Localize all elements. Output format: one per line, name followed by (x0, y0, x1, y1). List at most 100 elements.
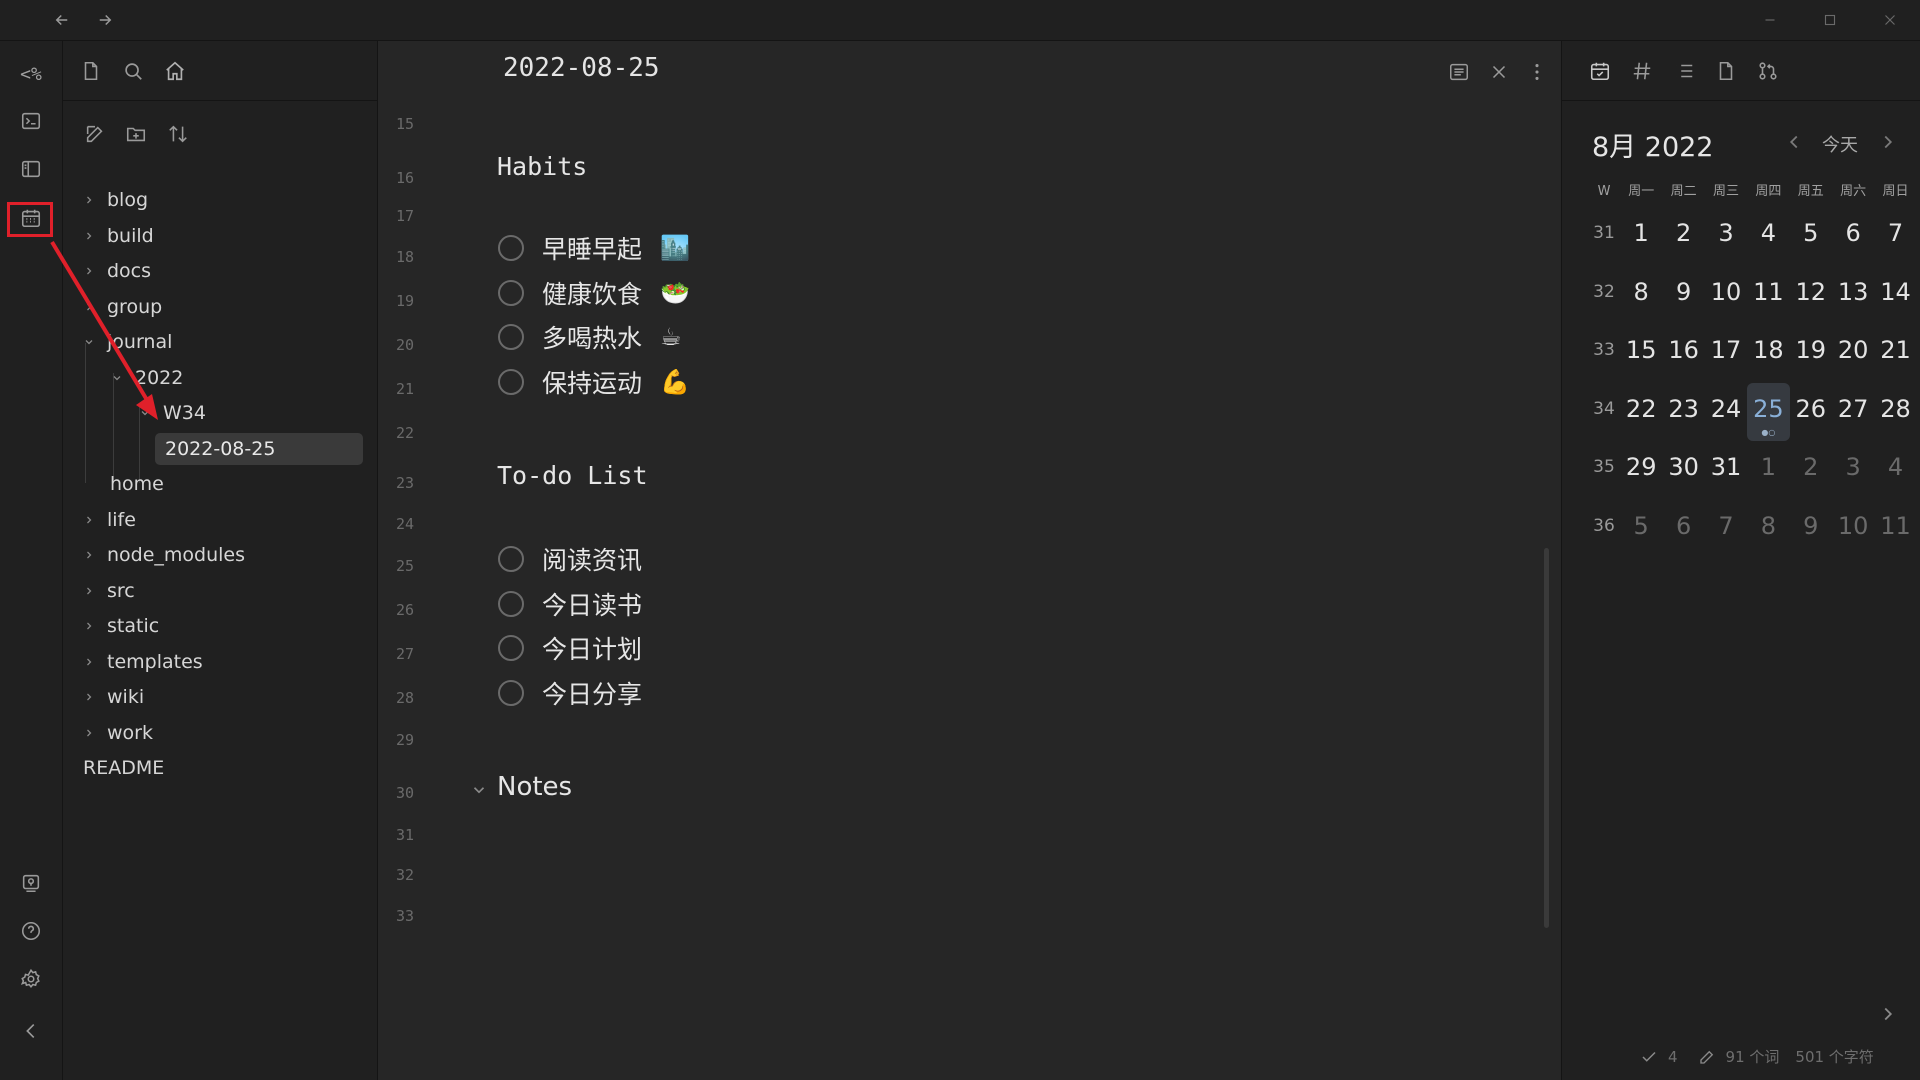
calendar-day[interactable]: 6 (1662, 500, 1704, 559)
calendar-day[interactable]: 26 (1790, 383, 1832, 442)
chevron-right-icon[interactable] (81, 618, 97, 634)
folder-item[interactable]: W34 (137, 397, 206, 429)
folder-item[interactable]: docs (81, 255, 151, 287)
habits-heading[interactable]: Habits (497, 152, 587, 181)
folder-item[interactable]: blog (81, 184, 148, 216)
maximize-icon[interactable] (1816, 6, 1844, 34)
reading-view-icon[interactable] (1444, 57, 1474, 87)
task-label[interactable]: 多喝热水 (542, 319, 642, 355)
sort-icon[interactable] (164, 120, 192, 148)
calendar-day[interactable]: 27 (1832, 383, 1874, 442)
file-item[interactable]: README (83, 752, 164, 784)
calendar-day[interactable]: 10 (1705, 266, 1747, 325)
task-label[interactable]: 阅读资讯 (542, 541, 642, 577)
calendar-day[interactable]: 24 (1705, 383, 1747, 442)
next-month-icon[interactable] (1875, 129, 1901, 155)
calendar-day[interactable]: 2 (1662, 207, 1704, 266)
task-label[interactable]: 今日分享 (542, 675, 642, 711)
back-icon[interactable] (48, 6, 76, 34)
settings-icon[interactable] (13, 961, 49, 997)
calendar-day[interactable]: 9 (1790, 500, 1832, 559)
folder-item[interactable]: life (81, 504, 136, 536)
chevron-right-icon[interactable] (81, 654, 97, 670)
calendar-day[interactable]: 4 (1747, 207, 1789, 266)
folder-item[interactable]: group (81, 291, 162, 323)
chevron-right-icon[interactable] (81, 512, 97, 528)
search-icon[interactable] (119, 57, 147, 85)
calendar-day-today[interactable]: 25 ●○ (1747, 382, 1790, 441)
terminal-icon[interactable] (13, 103, 49, 139)
task-checkbox[interactable] (498, 679, 524, 706)
task-checkbox[interactable] (498, 590, 524, 617)
task-checkbox[interactable] (498, 324, 524, 350)
outline-icon[interactable] (1670, 57, 1698, 85)
calendar-day[interactable]: 14 (1874, 266, 1916, 325)
folder-item[interactable]: build (81, 220, 154, 252)
folder-item[interactable]: static (81, 610, 159, 642)
calendar-day[interactable]: 18 (1747, 324, 1789, 383)
minimize-icon[interactable] (1756, 6, 1784, 34)
calendar-day[interactable]: 9 (1662, 266, 1704, 325)
todo-heading[interactable]: To-do List (497, 461, 648, 490)
task-checkbox[interactable] (498, 279, 524, 306)
calendar-day[interactable]: 12 (1790, 266, 1832, 325)
editor-scrollbar[interactable] (1544, 548, 1549, 928)
calendar-day[interactable]: 23 (1662, 383, 1704, 442)
calendar-day[interactable]: 7 (1874, 207, 1916, 266)
calendar-day[interactable]: 29 (1620, 441, 1662, 500)
folder-item[interactable]: 2022 (109, 362, 183, 394)
folder-item[interactable]: work (81, 717, 153, 749)
calendar-day[interactable]: 8 (1747, 500, 1789, 559)
more-options-icon[interactable] (1522, 57, 1552, 87)
week-number[interactable]: 31 (1588, 207, 1620, 266)
forward-icon[interactable] (91, 6, 119, 34)
calendar-day[interactable]: 2 (1790, 441, 1832, 500)
calendar-day[interactable]: 21 (1874, 324, 1916, 383)
calendar-day[interactable]: 28 (1874, 383, 1916, 442)
fold-chevron-icon[interactable] (470, 781, 488, 799)
folder-item[interactable]: node_modules (81, 539, 245, 571)
task-checkbox[interactable] (498, 635, 524, 661)
chevron-down-icon[interactable] (109, 370, 125, 386)
note-title[interactable]: 2022-08-25 (503, 53, 660, 83)
folder-item[interactable]: templates (81, 646, 203, 678)
calendar-check-icon[interactable] (1586, 57, 1614, 85)
folder-item[interactable]: journal (81, 326, 172, 358)
home-icon[interactable] (161, 57, 189, 85)
calendar-day[interactable]: 11 (1747, 266, 1789, 325)
calendar-day[interactable]: 5 (1790, 207, 1832, 266)
chevron-down-icon[interactable] (137, 405, 153, 421)
file-item[interactable]: 2022-08-25 (155, 432, 363, 465)
calendar-day[interactable]: 19 (1790, 324, 1832, 383)
git-icon[interactable] (1754, 57, 1782, 85)
chevron-right-icon[interactable] (81, 583, 97, 599)
calendar-day[interactable]: 5 (1620, 500, 1662, 559)
notes-heading[interactable]: Notes (497, 772, 572, 802)
calendar-day[interactable]: 16 (1662, 324, 1704, 383)
folder-item[interactable]: src (81, 575, 135, 607)
chevron-right-icon[interactable] (81, 263, 97, 279)
folder-item[interactable]: wiki (81, 681, 144, 713)
new-note-icon[interactable] (81, 120, 109, 148)
calendar-day[interactable]: 17 (1705, 324, 1747, 383)
templater-logo[interactable]: <% (10, 61, 52, 89)
week-number[interactable]: 34 (1588, 383, 1620, 442)
calendar-day[interactable]: 1 (1620, 207, 1662, 266)
calendar-day[interactable]: 7 (1705, 500, 1747, 559)
task-checkbox[interactable] (498, 235, 524, 261)
week-number[interactable]: 32 (1588, 266, 1620, 325)
calendar-day[interactable]: 20 (1832, 324, 1874, 383)
calendar-day[interactable]: 30 (1662, 441, 1704, 500)
calendar-day[interactable]: 13 (1832, 266, 1874, 325)
vault-icon[interactable] (13, 865, 49, 901)
calendar-day[interactable]: 11 (1874, 500, 1916, 559)
calendar-day[interactable]: 4 (1874, 441, 1916, 500)
task-checkbox[interactable] (498, 546, 524, 572)
calendar-day[interactable]: 3 (1705, 207, 1747, 266)
files-icon[interactable] (77, 57, 105, 85)
expand-right-icon[interactable] (1875, 1001, 1901, 1027)
prev-month-icon[interactable] (1781, 129, 1807, 155)
help-icon[interactable] (13, 913, 49, 949)
chevron-right-icon[interactable] (81, 689, 97, 705)
task-label[interactable]: 今日计划 (542, 630, 642, 666)
